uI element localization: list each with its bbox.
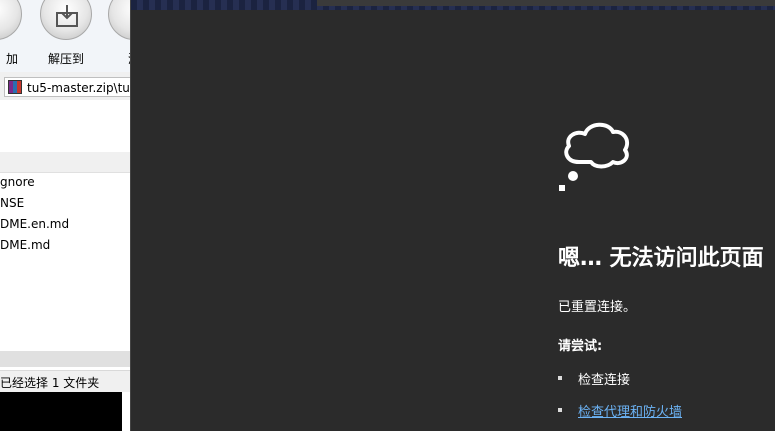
status-bar: 已经选择 1 文件夹: [0, 370, 130, 393]
bullet: [558, 376, 562, 380]
add-icon: [0, 0, 22, 40]
horizontal-scrollbar[interactable]: [0, 351, 130, 367]
browser-window: 嗯… 无法访问此页面 已重置连接。 请尝试: 检查连接 检查代理和防火墙: [130, 0, 775, 431]
winrar-toolbar: 加 解压到 测: [0, 0, 160, 72]
error-description: 已重置连接。: [558, 300, 637, 315]
add-button-label: 加: [5, 52, 18, 66]
error-title: 嗯… 无法访问此页面: [558, 246, 764, 271]
add-button[interactable]: 加: [0, 0, 26, 72]
list-item[interactable]: DME.en.md: [0, 215, 130, 235]
file-name: DME.en.md: [0, 217, 70, 231]
list-item[interactable]: NSE: [0, 194, 130, 214]
list-header: [0, 152, 130, 173]
extract-to-label: 解压到: [47, 52, 84, 66]
bullet: [558, 408, 562, 412]
try-heading: 请尝试:: [558, 339, 603, 354]
list-item[interactable]: gnore: [0, 173, 130, 193]
path-field[interactable]: tu5-master.zip\tu5: [4, 77, 144, 97]
file-name: NSE: [0, 196, 25, 210]
extract-icon: [40, 0, 92, 40]
cloud-thought-icon: [557, 118, 635, 198]
tab-strip: [317, 0, 775, 6]
divider: [122, 392, 130, 431]
suggestion-check-connection: 检查连接: [578, 373, 631, 388]
terminal-area: [0, 392, 122, 431]
file-name: DME.md: [0, 238, 51, 252]
extract-to-button[interactable]: 解压到: [36, 0, 96, 72]
list-item[interactable]: DME.md: [0, 236, 130, 256]
path-text: tu5-master.zip\tu5: [27, 81, 138, 95]
file-list: gnore NSE DME.en.md DME.md: [0, 100, 130, 370]
path-bar: tu5-master.zip\tu5: [0, 75, 144, 99]
browser-top-strip: [131, 0, 775, 10]
status-text: 已经选择 1 文件夹: [0, 376, 100, 390]
rar-archive-icon: [8, 80, 22, 94]
check-proxy-firewall-link[interactable]: 检查代理和防火墙: [578, 401, 682, 420]
file-name: gnore: [0, 175, 35, 189]
